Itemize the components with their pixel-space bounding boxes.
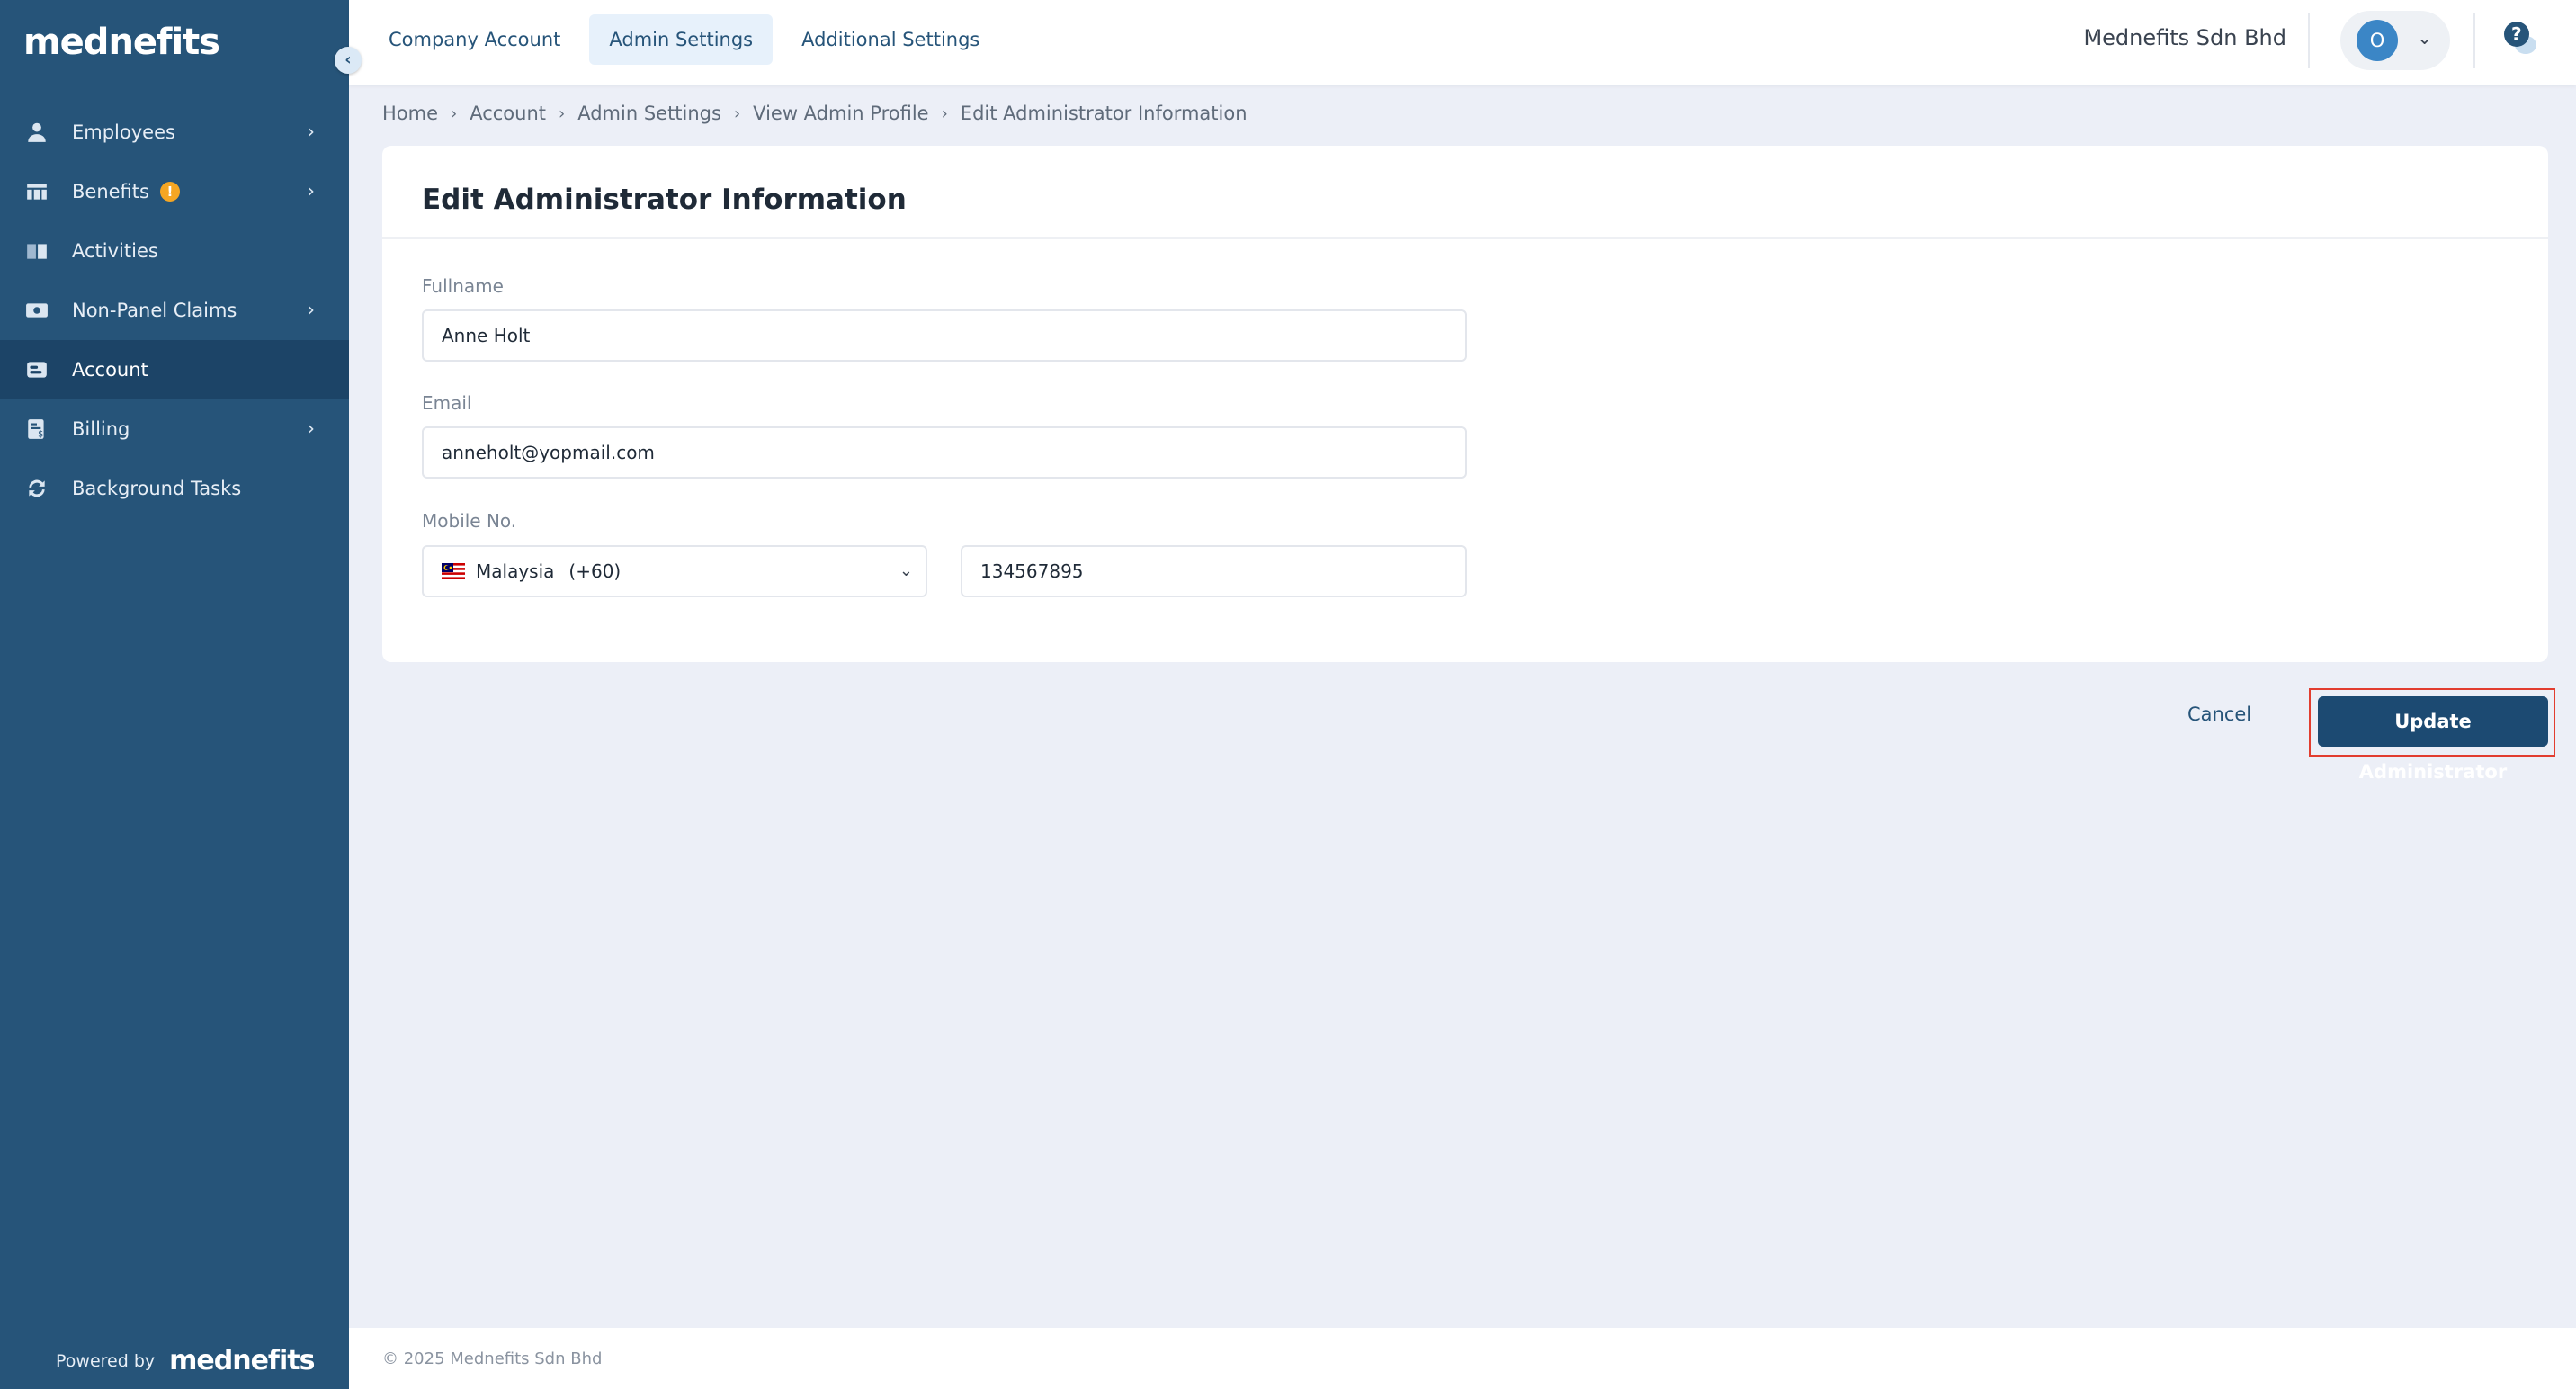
- top-bar: Company Account Admin Settings Additiona…: [349, 0, 2576, 85]
- chevron-down-icon: ⌄: [2417, 27, 2432, 49]
- footer: © 2025 Mednefits Sdn Bhd: [349, 1328, 2576, 1389]
- chevron-right-icon: ›: [733, 103, 741, 123]
- sidebar-item-non-panel-claims[interactable]: Non-Panel Claims ›: [0, 281, 349, 340]
- avatar: O: [2357, 20, 2398, 61]
- country-code-select[interactable]: Malaysia (+60) ⌄: [422, 545, 927, 597]
- warning-badge: !: [159, 182, 180, 202]
- chevron-right-icon: ›: [307, 180, 315, 203]
- invoice-icon: $: [25, 417, 49, 441]
- tab-company-account[interactable]: Company Account: [369, 14, 580, 65]
- sidebar-item-label: Employees: [72, 121, 175, 143]
- mobile-number-field[interactable]: 134567895: [961, 545, 1467, 597]
- card-header: Edit Administrator Information: [382, 146, 2548, 239]
- country-code: (+60): [568, 560, 622, 582]
- chevron-right-icon: ›: [307, 299, 315, 322]
- email-field[interactable]: anneholt@yopmail.com: [422, 426, 1467, 479]
- collapse-sidebar-button[interactable]: ‹: [335, 47, 362, 74]
- divider: [2473, 13, 2475, 68]
- tab-admin-settings[interactable]: Admin Settings: [589, 14, 774, 65]
- malaysia-flag-icon: [442, 563, 465, 579]
- fullname-label: Fullname: [422, 275, 504, 297]
- sidebar-nav: Employees › Benefits ! › Activities Non-…: [0, 103, 349, 518]
- powered-by: Powered by mednefits: [56, 1345, 315, 1376]
- svg-text:?: ?: [2511, 23, 2522, 45]
- sidebar-item-label: Billing: [72, 418, 130, 440]
- email-label: Email: [422, 392, 472, 414]
- breadcrumb: Home › Account › Admin Settings › View A…: [382, 103, 1248, 124]
- breadcrumb-home[interactable]: Home: [382, 103, 438, 124]
- svg-text:$: $: [38, 430, 43, 440]
- person-icon: [25, 121, 49, 144]
- chevron-right-icon: ›: [559, 103, 566, 123]
- help-chat-icon[interactable]: ?: [2500, 20, 2540, 59]
- table-icon: [25, 180, 49, 203]
- id-card-icon: [25, 358, 49, 381]
- chevron-right-icon: ›: [451, 103, 458, 123]
- sync-icon: [25, 477, 49, 500]
- company-name: Mednefits Sdn Bhd: [2083, 25, 2286, 50]
- fullname-field[interactable]: Anne Holt: [422, 309, 1467, 362]
- breadcrumb-admin-settings[interactable]: Admin Settings: [577, 103, 721, 124]
- sidebar-item-label: Activities: [72, 240, 158, 262]
- book-icon: [25, 239, 49, 263]
- divider: [2308, 13, 2310, 68]
- breadcrumb-view-admin-profile[interactable]: View Admin Profile: [753, 103, 928, 124]
- page-title: Edit Administrator Information: [422, 184, 907, 216]
- tab-additional-settings[interactable]: Additional Settings: [782, 14, 999, 65]
- country-name: Malaysia: [476, 560, 555, 582]
- sidebar-item-benefits[interactable]: Benefits ! ›: [0, 162, 349, 221]
- sidebar-item-employees[interactable]: Employees ›: [0, 103, 349, 162]
- sidebar-item-label: Account: [72, 359, 148, 381]
- sidebar-item-label: Non-Panel Claims: [72, 300, 237, 321]
- breadcrumb-account[interactable]: Account: [470, 103, 546, 124]
- sidebar-item-label: Background Tasks: [72, 478, 242, 499]
- cancel-button[interactable]: Cancel: [2187, 703, 2251, 725]
- sidebar-item-label: Benefits: [72, 181, 149, 202]
- powered-by-label: Powered by: [56, 1350, 156, 1371]
- cash-icon: [25, 299, 49, 322]
- chevron-right-icon: ›: [307, 417, 315, 441]
- edit-admin-card: Edit Administrator Information Fullname …: [382, 146, 2548, 662]
- sidebar: mednefits Employees › Benefits ! › Activ…: [0, 0, 349, 1389]
- mobile-label: Mobile No.: [422, 510, 517, 532]
- chevron-down-icon: ⌄: [899, 561, 913, 580]
- chevron-right-icon: ›: [941, 103, 948, 123]
- sidebar-item-background-tasks[interactable]: Background Tasks: [0, 459, 349, 518]
- chevron-right-icon: ›: [307, 121, 315, 144]
- copyright-text: © 2025 Mednefits Sdn Bhd: [382, 1349, 603, 1368]
- update-administrator-button[interactable]: Update Administrator: [2318, 696, 2548, 783]
- top-tabs: Company Account Admin Settings Additiona…: [369, 14, 1008, 65]
- breadcrumb-current: Edit Administrator Information: [960, 103, 1248, 124]
- mednefits-logo: mednefits: [23, 22, 220, 63]
- sidebar-item-activities[interactable]: Activities: [0, 221, 349, 281]
- sidebar-item-billing[interactable]: $ Billing ›: [0, 399, 349, 459]
- mednefits-footer-logo: mednefits: [169, 1345, 315, 1376]
- sidebar-item-account[interactable]: Account: [0, 340, 349, 399]
- user-menu[interactable]: O ⌄: [2340, 11, 2450, 70]
